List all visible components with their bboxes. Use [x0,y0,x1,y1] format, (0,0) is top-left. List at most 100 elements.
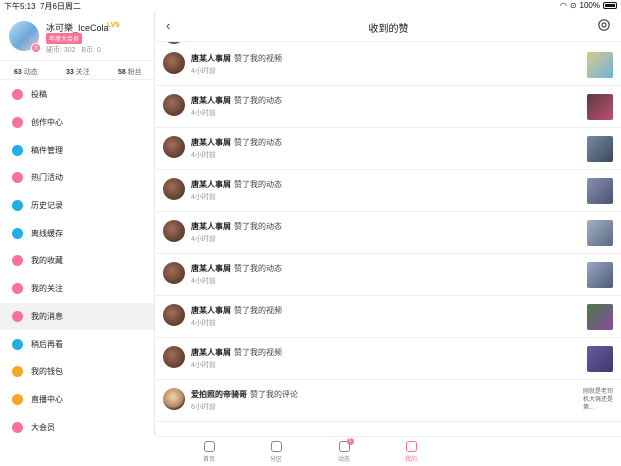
stat-dynamics[interactable]: 63 动态 [14,67,38,77]
list-item[interactable]: 唐某人事屑 赞了我的动态 4小时前 [156,212,621,254]
like-user-name[interactable]: 唐某人事屑 [191,222,231,231]
sidebar-item[interactable]: 历史记录 [0,192,154,220]
sidebar-item[interactable]: 稿件管理 [0,136,154,164]
wifi-icon: ◠ [559,1,567,10]
content-thumbnail[interactable] [587,136,613,162]
like-time: 4小时前 [191,278,216,285]
sidebar-item-label: 离线缓存 [31,228,63,238]
avatar[interactable]: 大 [9,21,41,53]
status-bar: 下午5:13 7月6日周二 ◠ ⊙ 100% [0,0,621,12]
list-item[interactable]: 唐某人事屑 赞了我的动态 4小时前 [156,128,621,170]
gear-icon[interactable] [597,18,611,32]
like-time: 4小时前 [191,320,216,327]
avatar[interactable] [163,388,185,410]
like-text: 唐某人事屑 赞了我的视频 [191,53,282,64]
tab-tv[interactable]: 我的 [391,439,431,463]
sidebar-item[interactable]: 创作中心 [0,109,154,137]
avatar[interactable] [163,304,185,326]
tab-home[interactable]: 首页 [189,439,229,463]
tab-category[interactable]: 分区 [256,439,296,463]
sidebar-item[interactable]: 投稿 [0,81,154,109]
clock-icon [12,200,23,212]
avatar-badge-icon: 大 [31,43,41,53]
like-user-name[interactable]: 唐某人事屑 [191,54,231,63]
list-item[interactable]: 唐某人事屑 赞了我的动态 4小时前 [156,254,621,296]
sidebar-item-label: 直播中心 [31,394,63,404]
like-time: 4小时前 [191,110,216,117]
avatar[interactable] [163,52,185,74]
tab-label: 我的 [404,457,417,463]
sidebar-item[interactable]: 我的钱包 [0,358,154,386]
like-time: 4小时前 [191,194,216,201]
sidebar-item[interactable]: 我的关注 [0,275,154,303]
like-action: 赞了我的视频 [234,54,282,63]
like-user-name[interactable]: 爱拍照的帝骑哥 [191,390,247,399]
like-action: 赞了我的动态 [234,138,282,147]
like-user-name[interactable]: 唐某人事屑 [191,264,231,273]
like-user-name[interactable]: 唐某人事屑 [191,138,231,147]
list-item[interactable]: 爱拍照的帝骑哥 赞了我的评论 6小时前 刚就是老司机大强还是第... [156,380,621,422]
like-text: 唐某人事屑 赞了我的动态 [191,137,282,148]
tab-dynamic[interactable]: 3 动态 [324,438,364,463]
like-user-name[interactable]: 唐某人事屑 [191,96,231,105]
avatar[interactable] [163,346,185,368]
tv-icon [405,441,417,452]
avatar[interactable] [163,178,185,200]
sidebar-item[interactable]: 我的收藏 [0,247,154,275]
tab-label: 分区 [269,457,282,463]
sidebar-item-label: 稍后再看 [31,339,63,349]
content-thumbnail[interactable] [587,94,613,120]
like-user-name[interactable]: 唐某人事屑 [191,180,231,189]
profile-card[interactable]: 大 冰可樂_IceCola LV5 年度大会员 硬币: 302 B币: 0 [0,12,154,60]
sidebar-item[interactable]: 热门活动 [0,164,154,192]
like-user-name[interactable]: 唐某人事屑 [191,306,231,315]
sidebar-item[interactable]: 稍后再看 [0,330,154,358]
likes-list: 唐某人事屑 赞了我的视频 4小时前 唐某人事屑 赞了我的动态 4小时前 唐某人事屑 赞了我的动… [156,42,621,436]
like-action: 赞了我的视频 [234,348,282,357]
user-level: LV5 [107,22,120,29]
sidebar-item[interactable]: 我的消息 [0,302,154,331]
lock-rotation-icon: ⊙ [569,1,577,10]
tab-label: 首页 [202,457,215,463]
stat-fans[interactable]: 58 粉丝 [118,67,142,77]
sidebar-item[interactable]: 离线缓存 [0,219,154,247]
like-action: 赞了我的视频 [234,306,282,315]
stat-following[interactable]: 33 关注 [66,67,90,77]
content-thumbnail[interactable] [587,346,613,372]
target-icon [12,283,23,295]
like-user-name[interactable]: 唐某人事屑 [191,348,231,357]
avatar[interactable] [163,94,185,116]
like-text: 唐某人事屑 赞了我的视频 [191,305,282,316]
status-right: ◠ ⊙ 100% [560,1,617,10]
like-time: 4小时前 [191,68,216,75]
comment-preview[interactable]: 刚就是老司机大强还是第... [583,388,613,412]
list-item[interactable]: 唐某人事屑 赞了我的动态 4小时前 [156,86,621,128]
sidebar-item-label: 我的钱包 [31,367,63,377]
content-thumbnail[interactable] [587,262,613,288]
battery-icon [603,2,617,9]
sidebar-item-label: 我的关注 [31,284,63,294]
avatar[interactable] [163,262,185,284]
like-action: 赞了我的动态 [234,264,282,273]
content-thumbnail[interactable] [587,178,613,204]
sidebar-item[interactable]: 直播中心 [0,386,154,414]
content-thumbnail[interactable] [587,52,613,78]
content-thumbnail[interactable] [587,304,613,330]
sidebar-menu: 投稿 创作中心 稿件管理 热门活动历史记录离线缓存我的收藏我的关注我的消息稍后再看我的… [0,81,154,436]
avatar[interactable] [163,220,185,242]
content-thumbnail[interactable] [587,220,613,246]
status-time: 下午5:13 7月6日周二 [4,2,81,11]
list-item[interactable]: 唐某人事屑 赞了我的视频 4小时前 [156,44,621,86]
sidebar-item[interactable]: 大会员 [0,413,154,436]
sidebar-item-label: 历史记录 [31,201,63,211]
list-item[interactable]: 唐某人事屑 赞了我的视频 4小时前 [156,296,621,338]
list-item[interactable]: 唐某人事屑 赞了我的动态 4小时前 [156,170,621,212]
like-text: 唐某人事屑 赞了我的动态 [191,179,282,190]
like-action: 赞了我的动态 [234,180,282,189]
category-icon [270,441,282,452]
avatar[interactable] [163,136,185,158]
list-item[interactable]: 唐某人事屑 赞了我的视频 4小时前 [156,338,621,380]
battery-percent: 100% [579,1,600,10]
play-square-icon [12,144,23,156]
sidebar-item-label: 大会员 [31,422,55,432]
